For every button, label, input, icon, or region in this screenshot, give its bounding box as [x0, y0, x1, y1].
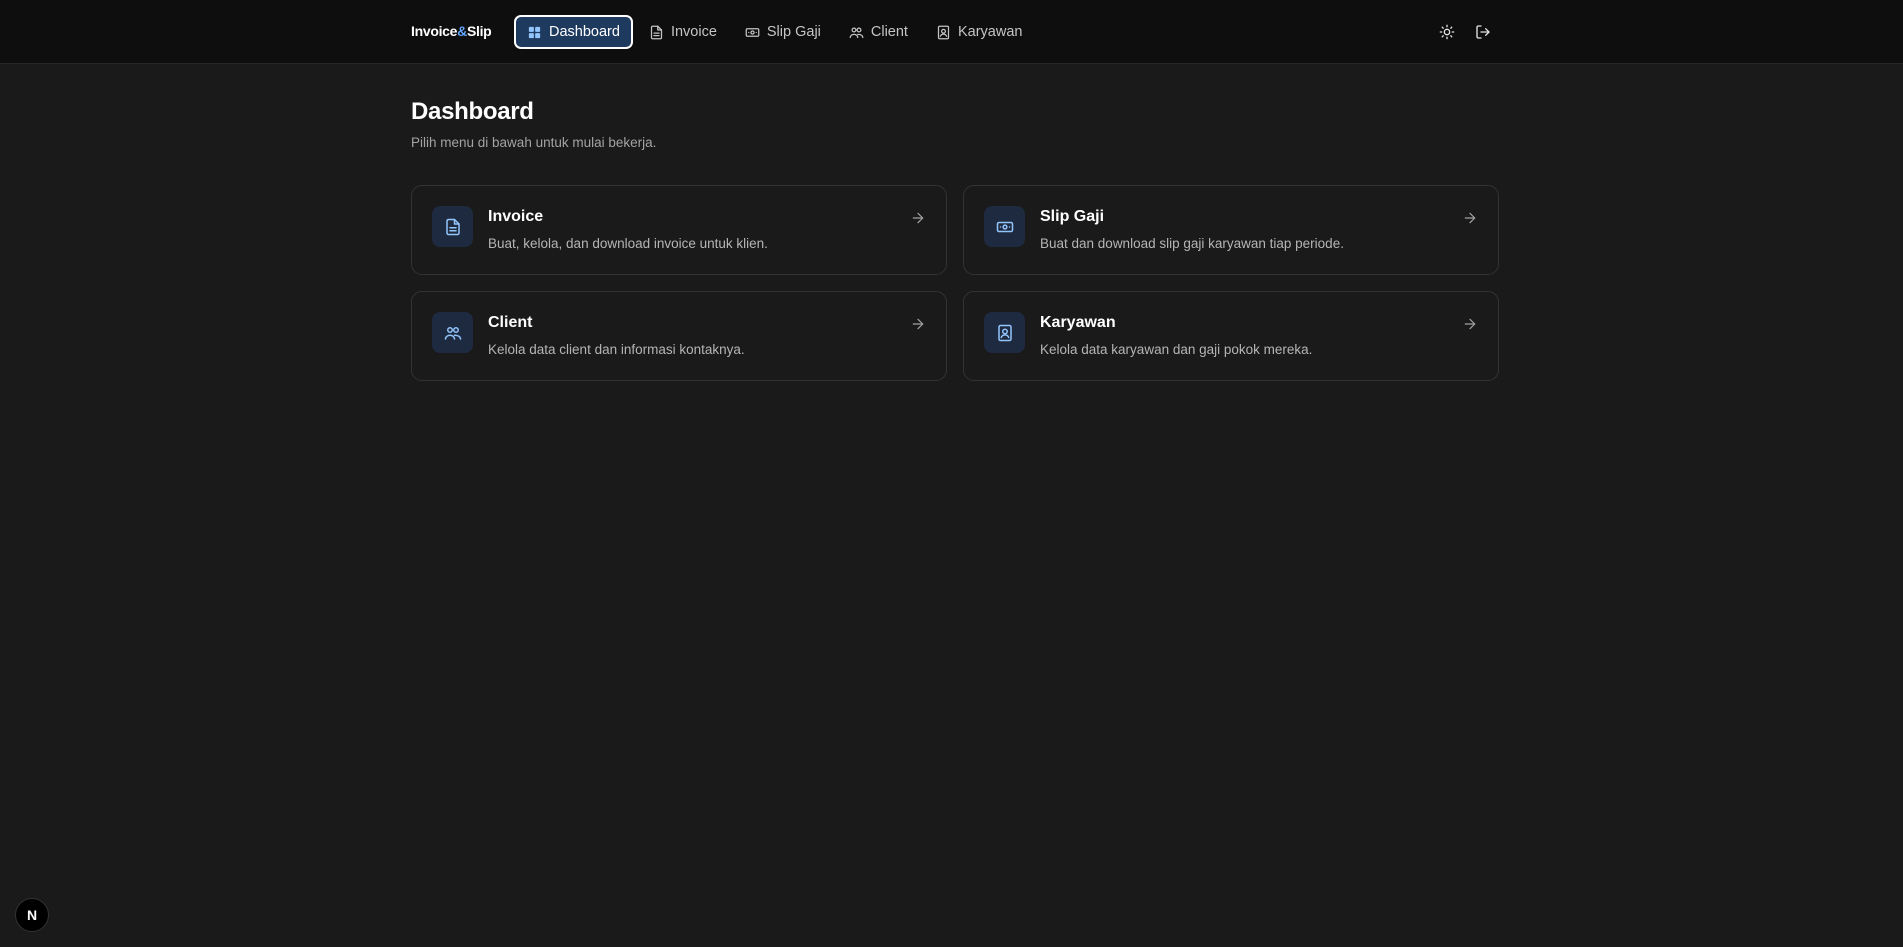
- brand-ampersand: &: [457, 23, 467, 39]
- card-invoice[interactable]: Invoice Buat, kelola, dan download invoi…: [411, 185, 947, 275]
- card-description: Buat dan download slip gaji karyawan tia…: [1040, 236, 1344, 251]
- grid-icon: [527, 25, 542, 40]
- brand-name: Invoice: [411, 23, 458, 39]
- card-client[interactable]: Client Kelola data client dan informasi …: [411, 291, 947, 381]
- card-slip-gaji[interactable]: Slip Gaji Buat dan download slip gaji ka…: [963, 185, 1499, 275]
- brand-logo[interactable]: Invoice&Slip: [411, 23, 492, 39]
- nav-item-label: Slip Gaji: [766, 24, 821, 40]
- nav-item-invoice[interactable]: Invoice: [637, 15, 729, 49]
- contact-icon: [936, 25, 951, 40]
- logout-icon[interactable]: [1472, 21, 1494, 43]
- banknote-icon: [745, 25, 760, 40]
- arrow-right-icon: [910, 210, 926, 226]
- card-title: Client: [488, 314, 533, 331]
- arrow-right-icon: [1462, 316, 1478, 332]
- card-title: Karyawan: [1040, 314, 1116, 331]
- nextjs-dev-badge[interactable]: N: [15, 898, 49, 932]
- contact-icon: [984, 312, 1025, 353]
- users-icon: [432, 312, 473, 353]
- top-navbar: Invoice&Slip Dashboard Invoice Slip Gaji…: [0, 0, 1903, 64]
- card-karyawan[interactable]: Karyawan Kelola data karyawan dan gaji p…: [963, 291, 1499, 381]
- dev-badge-label: N: [26, 907, 38, 923]
- card-description: Buat, kelola, dan download invoice untuk…: [488, 236, 768, 251]
- arrow-right-icon: [1462, 210, 1478, 226]
- page-title: Dashboard: [411, 98, 534, 125]
- users-icon: [849, 25, 864, 40]
- card-title: Slip Gaji: [1040, 208, 1105, 225]
- card-description: Kelola data karyawan dan gaji pokok mere…: [1040, 342, 1313, 357]
- brand-name-suffix: Slip: [466, 23, 492, 39]
- main-nav: Dashboard Invoice Slip Gaji Client Karya…: [514, 15, 1038, 49]
- nav-item-karyawan[interactable]: Karyawan: [924, 15, 1034, 49]
- nav-item-client[interactable]: Client: [837, 15, 920, 49]
- nav-item-label: Client: [870, 24, 908, 40]
- nav-item-label: Invoice: [670, 24, 717, 40]
- card-description: Kelola data client dan informasi kontakn…: [488, 342, 745, 357]
- sun-icon[interactable]: [1436, 21, 1458, 43]
- header-actions: [1436, 21, 1508, 43]
- card-title: Invoice: [488, 208, 544, 225]
- page-subtitle: Pilih menu di bawah untuk mulai bekerja.: [411, 135, 657, 150]
- file-text-icon: [432, 206, 473, 247]
- nav-item-dashboard[interactable]: Dashboard: [514, 15, 633, 49]
- file-text-icon: [649, 25, 664, 40]
- banknote-icon: [984, 206, 1025, 247]
- nav-item-label: Karyawan: [957, 24, 1023, 40]
- nav-item-slip-gaji[interactable]: Slip Gaji: [733, 15, 833, 49]
- nav-item-label: Dashboard: [549, 24, 620, 40]
- arrow-right-icon: [910, 316, 926, 332]
